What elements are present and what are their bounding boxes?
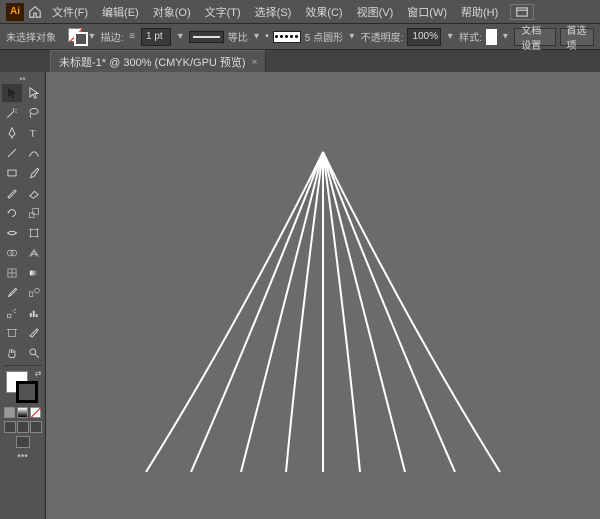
gradient-tool[interactable] [24,264,44,282]
stroke-width-field[interactable]: 1 pt [141,28,171,46]
brush-label: 5 点圆形 [305,29,343,44]
graphic-style-swatch[interactable] [486,29,497,45]
artboard-tool[interactable] [2,324,22,342]
home-icon[interactable] [26,3,44,21]
column-graph-tool[interactable] [24,304,44,322]
opacity-field[interactable]: 100% [407,28,441,46]
menu-view[interactable]: 视图(V) [351,2,400,22]
pencil-tool[interactable] [2,184,22,202]
none-mode-icon[interactable] [30,407,41,418]
type-tool[interactable]: T [24,124,44,142]
swap-fill-stroke-icon[interactable]: ⇄ [35,369,42,378]
free-transform-tool[interactable] [24,224,44,242]
menu-effect[interactable]: 效果(C) [299,2,348,22]
menu-select[interactable]: 选择(S) [249,2,298,22]
selection-status: 未选择对象 [6,29,56,44]
menu-help[interactable]: 帮助(H) [455,2,504,22]
menu-object[interactable]: 对象(O) [147,2,197,22]
menu-edit[interactable]: 编辑(E) [96,2,145,22]
draw-behind-icon[interactable] [17,421,29,433]
line-segment-tool[interactable] [2,144,22,162]
blend-tool[interactable] [24,284,44,302]
preferences-button[interactable]: 首选项 [560,28,594,46]
rectangle-tool[interactable] [2,164,22,182]
hand-tool[interactable] [2,344,22,362]
edit-toolbar-icon[interactable]: ••• [17,451,28,462]
panel-grip-icon[interactable]: •• [4,74,42,84]
stroke-width-dropdown-icon[interactable]: ▾ [175,28,185,46]
opacity-label: 不透明度: [361,29,404,44]
symbol-sprayer-tool[interactable] [2,304,22,322]
width-tool[interactable] [2,224,22,242]
close-tab-icon[interactable]: × [252,57,258,68]
gradient-mode-icon[interactable] [17,407,28,418]
shape-builder-tool[interactable] [2,244,22,262]
menu-file[interactable]: 文件(F) [46,2,94,22]
app-logo-icon: Ai [6,3,24,21]
document-tab[interactable]: 未标题-1* @ 300% (CMYK/GPU 预览) × [50,50,266,72]
fill-dropdown-icon[interactable]: ▾ [87,28,97,46]
pen-tool[interactable] [2,124,22,142]
rotate-tool[interactable] [2,204,22,222]
control-bar: 未选择对象 ▾ 描边: ≡ 1 pt ▾ 等比 ▾ • 5 点圆形 ▾ 不透明度… [0,24,600,50]
screen-mode-icon[interactable] [16,436,30,448]
svg-text:T: T [29,130,35,140]
document-tab-title: 未标题-1* @ 300% (CMYK/GPU 预览) [59,54,246,70]
tools-panel: •• T [0,72,46,519]
curvature-tool[interactable] [24,144,44,162]
draw-inside-icon[interactable] [30,421,42,433]
opacity-dropdown-icon[interactable]: ▾ [445,28,455,46]
slice-tool[interactable] [24,324,44,342]
lasso-tool[interactable] [24,104,44,122]
mesh-tool[interactable] [2,264,22,282]
color-mode-icon[interactable] [4,407,15,418]
menu-bar: Ai 文件(F) 编辑(E) 对象(O) 文字(T) 选择(S) 效果(C) 视… [0,0,600,24]
menu-type[interactable]: 文字(T) [199,2,247,22]
paintbrush-tool[interactable] [24,164,44,182]
variable-width-profile[interactable] [189,31,224,43]
menu-window[interactable]: 窗口(W) [401,2,453,22]
magic-wand-tool[interactable] [2,104,22,122]
eraser-tool[interactable] [24,184,44,202]
workspace: •• T [0,72,600,519]
direct-selection-tool[interactable] [24,84,44,102]
artwork [46,72,600,519]
arrange-documents-icon[interactable] [510,4,534,20]
draw-normal-icon[interactable] [4,421,16,433]
perspective-grid-tool[interactable] [24,244,44,262]
selection-tool[interactable] [2,84,22,102]
style-label: 样式: [459,29,482,44]
canvas[interactable] [46,72,600,519]
document-setup-button[interactable]: 文档设置 [514,28,555,46]
document-tab-bar: 未标题-1* @ 300% (CMYK/GPU 预览) × [0,50,600,72]
brush-dropdown-icon[interactable]: ▾ [347,28,357,46]
style-dropdown-icon[interactable]: ▾ [501,28,511,46]
stroke-swatch[interactable] [16,381,38,403]
eyedropper-tool[interactable] [2,284,22,302]
uniform-label: 等比 [228,29,248,44]
scale-tool[interactable] [24,204,44,222]
stroke-label: 描边: [101,29,124,44]
zoom-tool[interactable] [24,344,44,362]
profile-dropdown-icon[interactable]: ▾ [252,28,262,46]
fill-stroke-swatch[interactable] [68,28,83,46]
fill-stroke-control[interactable]: ⇄ [6,371,40,405]
stroke-link-icon[interactable]: ≡ [127,28,137,46]
bullet-icon: • [265,31,269,42]
brush-preview[interactable] [273,31,301,43]
